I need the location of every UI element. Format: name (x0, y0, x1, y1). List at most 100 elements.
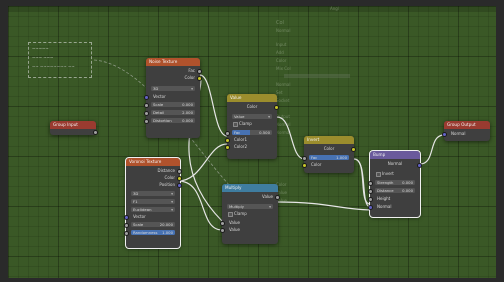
ghost-line: Normal (276, 130, 291, 135)
randomness-slider[interactable]: Randomness 1.000 (131, 230, 175, 235)
fac-slider[interactable]: Fac 1.000 (309, 155, 349, 160)
input-socket[interactable] (144, 119, 149, 124)
group-input-node[interactable]: Group Input (50, 121, 98, 135)
input-socket[interactable] (144, 95, 149, 100)
input-socket[interactable] (124, 223, 129, 228)
clamp-label: Clamp (234, 211, 247, 216)
output-socket[interactable] (275, 195, 280, 200)
viewport: Angl ~~~~~ ~~~ ~~~ ~~ ~~~~~~~~ ~~ Col No… (0, 0, 504, 282)
multiply-node[interactable]: Multiply Value Multiply ▾ Clamp Value Val… (220, 184, 280, 244)
node-header[interactable]: Group Output (444, 121, 490, 129)
output-color: Color (184, 75, 195, 80)
input-socket[interactable] (368, 189, 373, 194)
link-noise-to-mix (199, 74, 228, 137)
blend-mode-dropdown[interactable]: Value ▾ (232, 114, 272, 119)
node-header[interactable]: Bump (370, 151, 420, 159)
node-header[interactable]: Group Input (50, 121, 96, 129)
noise-texture-node[interactable]: Noise Texture Fac Color 3D ▾ Vector Scale… (144, 58, 202, 138)
input-normal: Normal (451, 131, 466, 136)
invert-checkbox[interactable] (376, 172, 381, 177)
node-header[interactable]: Noise Texture (146, 58, 200, 66)
input-value-1: Value (229, 220, 240, 225)
ghost-line: Normal (276, 28, 291, 33)
input-socket[interactable] (124, 231, 129, 236)
output-value: Value (262, 194, 273, 199)
node-title: Voronoi Texture (129, 159, 162, 164)
detail-field[interactable]: Detail 2.000 (151, 110, 195, 115)
frame-line-1: ~~~~~ (32, 46, 49, 51)
node-header[interactable]: Multiply (222, 184, 278, 192)
dimension-dropdown[interactable]: 3D ▾ (151, 86, 195, 91)
node-title: Multiply (225, 185, 242, 190)
output-socket[interactable] (177, 176, 182, 181)
output-socket[interactable] (274, 105, 279, 110)
invert-label: Invert (382, 171, 394, 176)
input-socket[interactable] (220, 221, 225, 226)
input-socket[interactable] (302, 163, 307, 168)
dimension-dropdown[interactable]: 3D ▾ (131, 191, 175, 196)
ghost-line: Col (276, 20, 284, 26)
output-color: Color (323, 146, 335, 151)
mix-value-node[interactable]: Value Color Value ▾ Clamp Fac 0.500 Color1… (225, 94, 279, 159)
output-socket[interactable] (197, 69, 202, 74)
ghost-bar (284, 74, 350, 78)
ghost-line: Mix Col (276, 66, 291, 71)
feature-dropdown[interactable]: F1 ▾ (131, 199, 175, 204)
output-fac: Fac (188, 68, 195, 73)
input-normal: Normal (377, 204, 392, 209)
invert-node[interactable]: Invert Color Fac 1.000 Color (302, 136, 356, 173)
input-socket[interactable] (368, 197, 373, 202)
output-socket[interactable] (177, 183, 182, 188)
node-header[interactable]: Voronoi Texture (126, 158, 180, 166)
node-title: Bump (373, 152, 386, 157)
scale-field[interactable]: Scale 0.000 (151, 102, 195, 107)
link-voronoi-to-multiply (177, 180, 223, 231)
ghost-line: Socket (276, 98, 290, 103)
output-socket[interactable] (351, 147, 356, 152)
input-socket[interactable] (220, 228, 225, 233)
frame-node[interactable]: ~~~~~ ~~~ ~~~ ~~ ~~~~~~~~ ~~ (28, 42, 92, 78)
fac-slider[interactable]: Fac 0.500 (232, 130, 272, 135)
group-output-node[interactable]: Group Output Normal (442, 121, 490, 141)
ghost-line: Set (276, 90, 283, 95)
ghost-line: Normal (276, 122, 291, 127)
metric-dropdown[interactable]: Euclidean ▾ (131, 207, 175, 212)
input-socket[interactable] (225, 131, 230, 136)
ghost-line: Output (276, 114, 290, 119)
output-socket[interactable] (197, 76, 202, 81)
node-header[interactable]: Value (227, 94, 277, 102)
node-title: Noise Texture (149, 59, 178, 64)
faded-overlay-panel: Col Normal Input Add Color Mix Col Norma… (272, 18, 376, 208)
frame-line-2: ~~~ ~~~ (32, 55, 54, 60)
strength-field[interactable]: Strength 0.000 (375, 180, 415, 185)
bump-node[interactable]: Bump Normal Invert Strength 0.000 Distanc… (368, 150, 422, 218)
clamp-checkbox[interactable] (233, 122, 238, 127)
ghost-line: Input (276, 42, 287, 47)
input-socket[interactable] (302, 156, 307, 161)
link-bump-to-output (419, 134, 445, 165)
scale-field[interactable]: Scale 20.000 (131, 222, 175, 227)
input-color2: Color2 (234, 144, 247, 149)
operation-dropdown[interactable]: Multiply ▾ (227, 204, 273, 209)
input-socket[interactable] (124, 215, 129, 220)
input-socket[interactable] (225, 138, 230, 143)
input-socket[interactable] (144, 103, 149, 108)
input-color: Color (311, 162, 322, 167)
output-socket[interactable] (177, 169, 182, 174)
voronoi-texture-node[interactable]: Voronoi Texture Distance Color Position … (124, 157, 182, 249)
output-socket[interactable] (417, 163, 422, 168)
node-editor-canvas[interactable]: Angl ~~~~~ ~~~ ~~~ ~~ ~~~~~~~~ ~~ Col No… (8, 6, 496, 278)
input-socket[interactable] (225, 145, 230, 150)
output-color: Color (164, 175, 175, 180)
input-socket[interactable] (442, 132, 447, 137)
node-header[interactable]: Invert (304, 136, 354, 144)
input-socket[interactable] (368, 205, 373, 210)
clamp-checkbox[interactable] (228, 212, 233, 217)
distance-field[interactable]: Distance 0.000 (375, 188, 415, 193)
output-color: Color (246, 104, 258, 109)
input-socket[interactable] (144, 111, 149, 116)
output-socket[interactable] (93, 130, 98, 135)
distortion-field[interactable]: Distortion 0.000 (151, 118, 195, 123)
frame-line-3: ~~ ~~~~~~~~ ~~ (32, 64, 75, 69)
input-socket[interactable] (368, 181, 373, 186)
